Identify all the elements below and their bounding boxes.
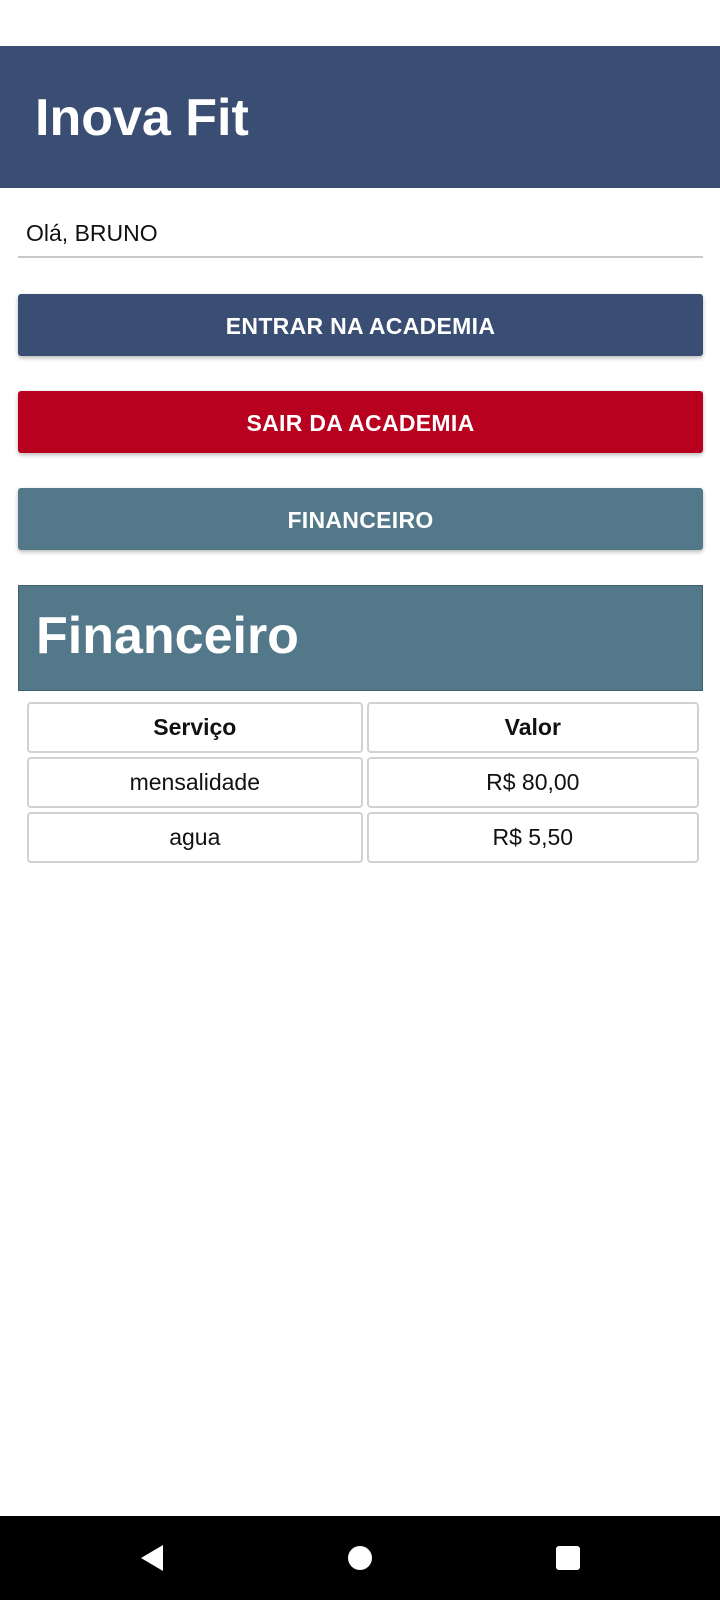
app-title: Inova Fit <box>35 89 249 147</box>
service-cell: mensalidade <box>27 757 363 808</box>
table-row: agua R$ 5,50 <box>27 812 699 863</box>
app-header: Inova Fit <box>0 46 720 188</box>
recents-square-icon <box>556 1546 580 1570</box>
column-header-value: Valor <box>366 702 699 753</box>
financial-table: Serviço Valor mensalidade R$ 80,00 agua … <box>23 698 703 867</box>
column-header-service: Serviço <box>27 702 363 753</box>
home-button[interactable] <box>332 1530 388 1586</box>
enter-gym-button[interactable]: ENTRAR NA ACADEMIA <box>18 294 703 356</box>
financial-button[interactable]: FINANCEIRO <box>18 488 703 550</box>
financial-title: Financeiro <box>36 607 299 665</box>
value-cell: R$ 5,50 <box>366 812 699 863</box>
back-button[interactable] <box>124 1530 180 1586</box>
financial-table-container: Serviço Valor mensalidade R$ 80,00 agua … <box>18 696 703 876</box>
system-navigation-bar <box>0 1516 720 1600</box>
financial-panel-header: Financeiro <box>18 585 703 691</box>
table-row: mensalidade R$ 80,00 <box>27 757 699 808</box>
recents-button[interactable] <box>540 1530 596 1586</box>
app-screen: Inova Fit Olá, BRUNO ENTRAR NA ACADEMIA … <box>0 0 720 1600</box>
table-header-row: Serviço Valor <box>27 702 699 753</box>
greeting-field: Olá, BRUNO <box>18 210 703 258</box>
exit-gym-button[interactable]: SAIR DA ACADEMIA <box>18 391 703 453</box>
value-cell: R$ 80,00 <box>366 757 699 808</box>
back-triangle-icon <box>141 1545 163 1571</box>
home-circle-icon <box>348 1546 372 1570</box>
service-cell: agua <box>27 812 363 863</box>
status-bar <box>0 0 720 46</box>
greeting-text: Olá, BRUNO <box>26 220 158 246</box>
